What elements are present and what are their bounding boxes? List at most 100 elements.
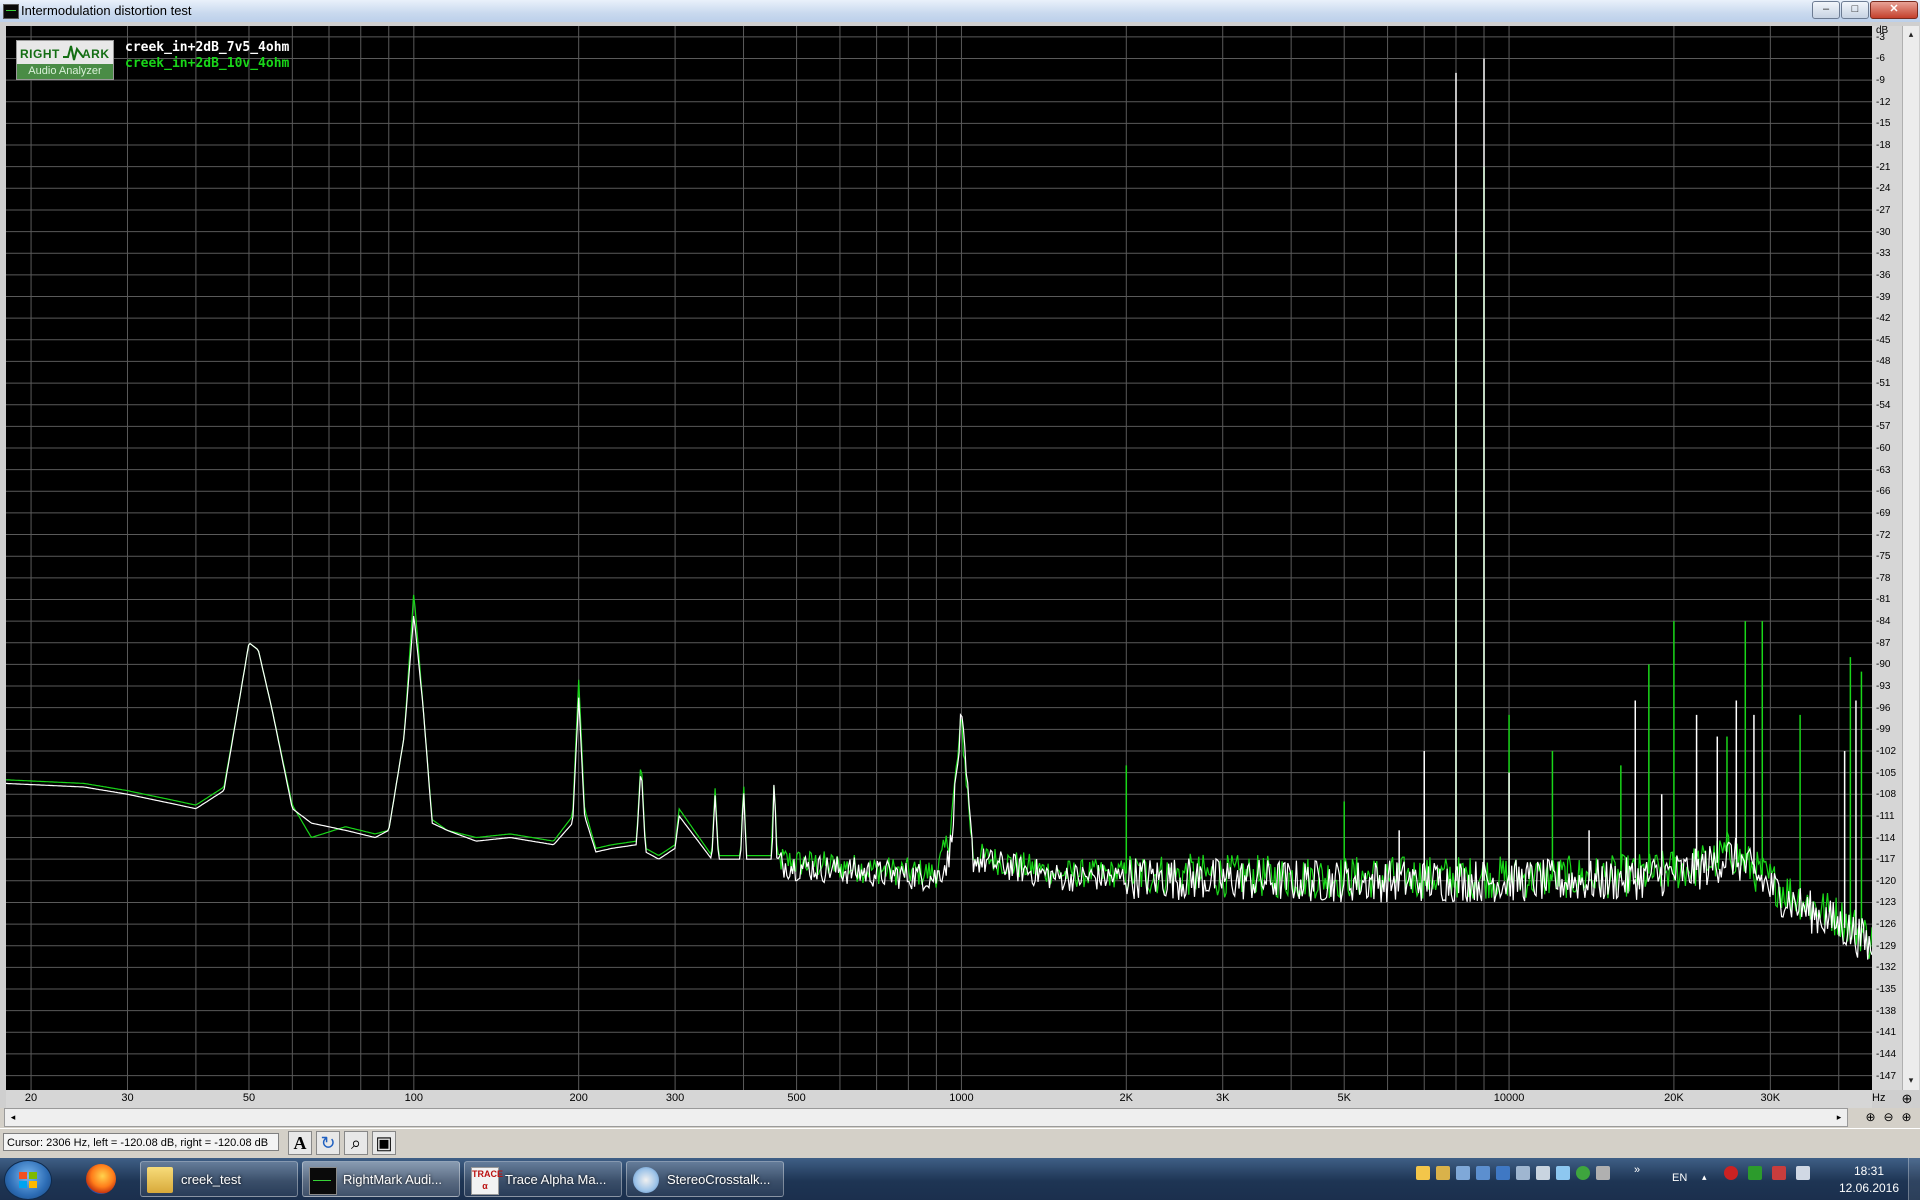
y-tick-label: -45 [1876, 334, 1891, 346]
y-tick-label: -84 [1876, 616, 1891, 628]
y-tick-label: -108 [1876, 789, 1897, 801]
y-tick-label: -126 [1876, 919, 1897, 931]
zoom-fit-icon[interactable]: ⊕ [1898, 1109, 1915, 1126]
task-stereo-crosstalk[interactable]: StereoCrosstalk... [626, 1161, 784, 1197]
series-line [6, 616, 1872, 960]
y-tick-label: -69 [1876, 507, 1891, 519]
x-tick-label: 30 [121, 1092, 134, 1104]
y-tick-label: -114 [1876, 832, 1896, 844]
y-tick-label: -120 [1876, 875, 1897, 887]
horizontal-scrollbar[interactable]: ◂ ▸ [4, 1108, 1848, 1127]
font-button[interactable]: A [288, 1131, 312, 1155]
scroll-down-arrow-icon[interactable]: ▾ [1905, 1074, 1917, 1086]
y-tick-label: -30 [1876, 226, 1891, 238]
y-tick-label: -138 [1876, 1005, 1897, 1017]
task-label: RightMark Audi... [343, 1172, 442, 1187]
x-tick-label: 100 [404, 1092, 423, 1104]
y-tick-label: -18 [1876, 140, 1891, 152]
y-tick-label: -141 [1876, 1027, 1897, 1039]
tray-network-error-icon[interactable] [1772, 1166, 1786, 1180]
window-title: Intermodulation distortion test [21, 3, 192, 18]
logo-subtitle: Audio Analyzer [17, 64, 113, 79]
close-button[interactable]: ✕ [1870, 1, 1918, 19]
y-tick-label: -144 [1876, 1048, 1897, 1060]
scroll-up-arrow-icon[interactable]: ▴ [1905, 28, 1917, 40]
tray-notes-icon[interactable] [1436, 1166, 1450, 1180]
title-bar[interactable]: Intermodulation distortion test – □ ✕ [0, 0, 1920, 23]
minimize-button[interactable]: – [1812, 1, 1840, 19]
firefox-icon[interactable] [86, 1164, 116, 1194]
y-tick-label: -33 [1876, 248, 1891, 260]
logo-right-text: RIGHT [20, 47, 60, 61]
y-tick-label: -102 [1876, 745, 1897, 757]
x-tick-label: 5K [1337, 1092, 1351, 1104]
clock-time[interactable]: 18:31 [1844, 1164, 1894, 1178]
save-button[interactable]: ▣ [372, 1131, 396, 1155]
task-creek-test[interactable]: creek_test [140, 1161, 298, 1197]
x-tick-label: 3K [1215, 1092, 1230, 1104]
tray-update-icon[interactable] [1576, 1166, 1590, 1180]
tray-volume-icon[interactable] [1796, 1166, 1810, 1180]
clock-date[interactable]: 12.06.2016 [1829, 1181, 1909, 1195]
cursor-readout: Cursor: 2306 Hz, left = -120.08 dB, righ… [3, 1133, 279, 1151]
y-tick-label: -72 [1876, 529, 1891, 541]
y-tick-label: -96 [1876, 702, 1891, 714]
x-tick-label: 10000 [1493, 1092, 1525, 1104]
vertical-scrollbar[interactable]: ▴ ▾ [1902, 26, 1919, 1090]
folder-icon [147, 1167, 173, 1193]
task-rightmark[interactable]: RightMark Audi... [302, 1161, 460, 1197]
x-tick-label: 200 [569, 1092, 588, 1104]
tray-recycle-icon[interactable] [1516, 1166, 1530, 1180]
y-tick-label: -27 [1876, 204, 1891, 216]
x-tick-label: 50 [242, 1092, 256, 1104]
x-tick-label: 20K [1664, 1092, 1684, 1104]
tray-more-icon[interactable]: » [1634, 1164, 1640, 1176]
y-tick-label: -75 [1876, 551, 1891, 563]
tray-bin-icon[interactable] [1536, 1166, 1550, 1180]
taskbar: creek_test RightMark Audi... TRACE α Tra… [0, 1158, 1920, 1200]
task-label: StereoCrosstalk... [667, 1172, 771, 1187]
tray-monitor-icon[interactable] [1476, 1166, 1490, 1180]
y-tick-label: -24 [1876, 183, 1891, 195]
start-button[interactable] [4, 1160, 52, 1200]
scroll-left-arrow-icon[interactable]: ◂ [6, 1110, 20, 1124]
show-desktop-button[interactable] [1908, 1158, 1920, 1200]
y-tick-label: -48 [1876, 356, 1891, 368]
y-tick-label: -9 [1876, 75, 1885, 87]
y-tick-label: -51 [1876, 378, 1891, 390]
tray-settings-icon[interactable] [1596, 1166, 1610, 1180]
y-tick-label: -135 [1876, 984, 1897, 995]
y-tick-label: -105 [1876, 767, 1897, 779]
y-tick-label: -3 [1876, 31, 1885, 43]
tray-usb-icon[interactable] [1496, 1166, 1510, 1180]
maximize-button[interactable]: □ [1841, 1, 1869, 19]
zoom-icon[interactable]: ⊕ [1898, 1090, 1916, 1107]
zoom-out-icon[interactable]: ⊖ [1880, 1109, 1897, 1126]
x-tick-label: 300 [665, 1092, 685, 1104]
y-tick-label: -42 [1876, 313, 1891, 325]
y-axis: dB -3 -6 -9 -12 -15 -18 -21 -24 -27 -30 -33 -36 -39-… [1872, 25, 1902, 1090]
tray-network-icon[interactable] [1456, 1166, 1470, 1180]
tray-battery-icon[interactable] [1748, 1166, 1762, 1180]
spectrum-svg [6, 26, 1872, 1090]
tray-folder-icon[interactable] [1416, 1166, 1430, 1180]
tray-alert-icon[interactable] [1724, 1166, 1738, 1180]
task-trace-alpha[interactable]: TRACE α Trace Alpha Ma... [464, 1161, 622, 1197]
series-layer [6, 58, 1872, 960]
series-green [6, 166, 1872, 959]
language-indicator[interactable]: EN [1672, 1172, 1687, 1184]
y-tick-label: -36 [1876, 269, 1891, 281]
y-tick-label: -111 [1876, 810, 1895, 822]
spectrum-plot[interactable] [6, 26, 1872, 1090]
tray-expand-icon[interactable]: ▴ [1702, 1172, 1707, 1183]
task-label: creek_test [181, 1172, 241, 1187]
refresh-button[interactable]: ↻ [316, 1131, 340, 1155]
y-tick-label: -123 [1876, 897, 1897, 909]
legend-entry-2: creek_in+2dB_10v_4ohm [125, 56, 290, 71]
zoom-in-icon[interactable]: ⊕ [1862, 1109, 1879, 1126]
scroll-right-arrow-icon[interactable]: ▸ [1832, 1110, 1846, 1124]
tray-bluetooth-icon[interactable] [1556, 1166, 1570, 1180]
y-tick-label: -15 [1876, 118, 1891, 130]
y-tick-label: -12 [1876, 96, 1891, 108]
zoom-tool-button[interactable]: ⌕ [344, 1131, 368, 1155]
